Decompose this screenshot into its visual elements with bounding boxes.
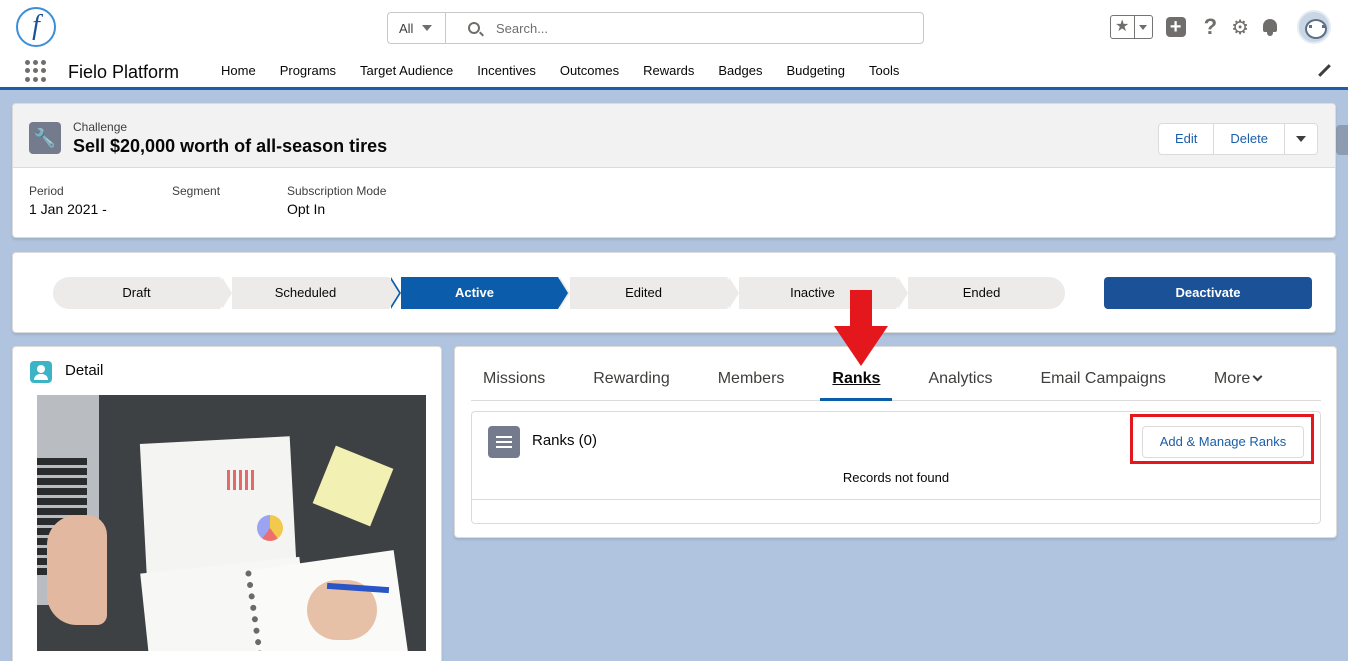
global-actions-plus-icon[interactable]: +: [1165, 17, 1186, 37]
nav-item-badges[interactable]: Badges: [706, 52, 774, 90]
person-icon: [30, 361, 52, 383]
detail-title: Detail: [65, 362, 104, 379]
annotation-highlight-box: [1130, 414, 1314, 464]
search-input[interactable]: [496, 13, 896, 43]
chevron-down-icon: [1139, 24, 1148, 30]
ranks-title: Ranks (0): [532, 432, 598, 449]
nav-item-programs[interactable]: Programs: [268, 52, 348, 90]
record-header-top: 🔧 Challenge Sell $20,000 worth of all-se…: [13, 104, 1335, 168]
record-actions: Edit Delete: [1158, 123, 1318, 155]
global-search: All: [387, 12, 924, 44]
field-subscription-mode: Subscription Mode Opt In: [287, 184, 387, 217]
nav-item-target-audience[interactable]: Target Audience: [348, 52, 465, 90]
stage-active[interactable]: Active: [391, 277, 568, 309]
gear-icon[interactable]: ⚙: [1231, 15, 1249, 40]
favorites-dropdown[interactable]: [1135, 16, 1152, 38]
nav-item-budgeting[interactable]: Budgeting: [774, 52, 857, 90]
field-segment: Segment: [172, 184, 221, 198]
nav-item-tools[interactable]: Tools: [857, 52, 911, 90]
stage-draft[interactable]: Draft: [53, 277, 230, 309]
tab-bar: Missions Rewarding Members Ranks Analyti…: [471, 361, 1321, 401]
detail-card: Detail: [12, 346, 442, 661]
record-header: 🔧 Challenge Sell $20,000 worth of all-se…: [12, 103, 1336, 238]
edit-button[interactable]: Edit: [1159, 124, 1215, 154]
chevron-down-icon: [422, 25, 433, 31]
record-type: Challenge: [73, 120, 128, 134]
tab-members[interactable]: Members: [706, 361, 797, 401]
favorites-button[interactable]: ★: [1109, 15, 1153, 39]
chevron-down-icon: [1252, 371, 1263, 382]
tab-analytics[interactable]: Analytics: [916, 361, 1004, 401]
global-header: f All ★ + ? ⚙: [0, 0, 1351, 52]
delete-button[interactable]: Delete: [1214, 124, 1285, 154]
pencil-icon[interactable]: [1317, 64, 1331, 78]
nav-item-rewards[interactable]: Rewards: [631, 52, 706, 90]
nav-items: Home Programs Target Audience Incentives…: [209, 52, 911, 90]
list-icon: [488, 426, 520, 458]
divider: [472, 499, 1320, 500]
wrench-icon: 🔧: [29, 122, 61, 154]
chevron-down-icon: [1296, 136, 1306, 142]
record-title: Sell $20,000 worth of all-season tires: [73, 136, 388, 156]
empty-state-text: Records not found: [842, 470, 950, 485]
stage-edited[interactable]: Edited: [560, 277, 737, 309]
user-avatar[interactable]: [1297, 10, 1331, 44]
star-icon: ★: [1111, 16, 1135, 38]
search-icon: [468, 22, 480, 34]
search-scope-dropdown[interactable]: All: [388, 13, 446, 43]
highlight-fields: Period 1 Jan 2021 - Segment Subscription…: [29, 184, 447, 217]
app-launcher-icon[interactable]: [25, 60, 47, 82]
help-icon[interactable]: ?: [1204, 14, 1217, 40]
bell-icon[interactable]: [1261, 18, 1279, 36]
tab-missions[interactable]: Missions: [471, 361, 557, 401]
more-actions-button[interactable]: [1285, 124, 1317, 154]
tab-rewarding[interactable]: Rewarding: [581, 361, 681, 401]
path-stages: Draft Scheduled Active Edited Inactive E…: [53, 277, 1065, 309]
nav-item-outcomes[interactable]: Outcomes: [548, 52, 631, 90]
app-name: Fielo Platform: [68, 62, 180, 82]
deactivate-button[interactable]: Deactivate: [1104, 277, 1312, 309]
challenge-image: [37, 395, 426, 651]
status-path: Draft Scheduled Active Edited Inactive E…: [12, 252, 1336, 333]
tab-email-campaigns[interactable]: Email Campaigns: [1028, 361, 1177, 401]
field-period: Period 1 Jan 2021 -: [29, 184, 107, 217]
nav-item-home[interactable]: Home: [209, 52, 268, 90]
stage-scheduled[interactable]: Scheduled: [222, 277, 399, 309]
fielo-logo[interactable]: f: [16, 7, 56, 47]
tab-more[interactable]: More: [1202, 361, 1273, 401]
stage-ended[interactable]: Ended: [898, 277, 1065, 309]
tab-ranks[interactable]: Ranks: [820, 361, 893, 401]
annotation-arrow-icon: [834, 290, 888, 366]
app-navigation: Fielo Platform Home Programs Target Audi…: [0, 52, 1351, 90]
header-utilities: ★ + ? ⚙: [1109, 10, 1331, 44]
nav-item-incentives[interactable]: Incentives: [465, 52, 548, 90]
